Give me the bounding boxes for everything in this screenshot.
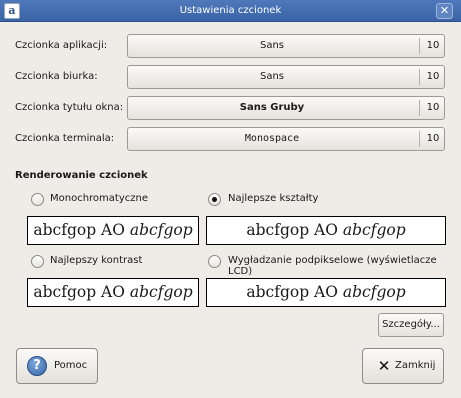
- best-shapes-radio[interactable]: [208, 193, 221, 206]
- terminal-font-button[interactable]: Monospace 10: [127, 127, 445, 151]
- best-contrast-sample[interactable]: abcfgop AO abcfgop: [27, 278, 199, 307]
- monochrome-label[interactable]: Monochromatyczne: [50, 193, 148, 204]
- best-shapes-label[interactable]: Najlepsze kształty: [228, 193, 318, 204]
- sample-italic-text: abcfgop: [342, 283, 406, 301]
- sample-regular-text: abcfgop AO: [33, 221, 130, 239]
- subpixel-label[interactable]: Wygładzanie podpikselowe (wyświetlacze L…: [228, 255, 461, 277]
- sample-italic-text: abcfgop: [129, 221, 193, 239]
- window-title: Ustawienia czcionek: [179, 5, 282, 16]
- font-name: Sans: [259, 40, 285, 51]
- monochrome-sample[interactable]: abcfgop AO abcfgop: [27, 216, 199, 245]
- separator: [419, 38, 420, 54]
- font-size: 10: [426, 133, 440, 144]
- sample-regular-text: abcfgop AO: [246, 283, 343, 301]
- sample-italic-text: abcfgop: [129, 283, 193, 301]
- close-button[interactable]: ✕ Zamknij: [362, 348, 444, 384]
- font-size: 10: [426, 102, 440, 113]
- font-size: 10: [426, 40, 440, 51]
- radio-selected-dot: [212, 197, 217, 202]
- sample-regular-text: abcfgop AO: [33, 283, 130, 301]
- help-icon: ?: [27, 356, 47, 376]
- close-button-label: Zamknij: [395, 360, 436, 371]
- rendering-section-title: Renderowanie czcionek: [15, 170, 148, 181]
- window-close-button[interactable]: ✕: [436, 3, 453, 19]
- font-name: Monospace: [244, 133, 300, 144]
- window-title-font-button[interactable]: Sans Gruby 10: [127, 96, 445, 120]
- best-contrast-radio[interactable]: [31, 255, 44, 268]
- separator: [419, 100, 420, 116]
- subpixel-radio[interactable]: [208, 255, 221, 268]
- subpixel-sample[interactable]: abcfgop AO abcfgop: [206, 278, 446, 307]
- window-title-font-label: Czcionka tytułu okna:: [15, 102, 124, 113]
- terminal-font-label: Czcionka terminala:: [15, 133, 115, 144]
- font-name: Sans Gruby: [239, 102, 305, 113]
- desktop-font-label: Czcionka biurka:: [15, 71, 98, 82]
- sample-italic-text: abcfgop: [342, 221, 406, 239]
- font-size: 10: [426, 71, 440, 82]
- close-icon: ✕: [377, 357, 391, 375]
- title-bar: a Ustawienia czcionek ✕: [0, 0, 461, 22]
- best-shapes-sample[interactable]: abcfgop AO abcfgop: [206, 216, 446, 245]
- help-button-label: Pomoc: [54, 360, 88, 371]
- details-button[interactable]: Szczegóły...: [378, 313, 444, 337]
- separator: [419, 69, 420, 85]
- desktop-font-button[interactable]: Sans 10: [127, 65, 445, 89]
- best-contrast-label[interactable]: Najlepszy kontrast: [50, 255, 142, 266]
- application-font-button[interactable]: Sans 10: [127, 34, 445, 58]
- help-button[interactable]: ? Pomoc: [16, 348, 98, 384]
- application-font-label: Czcionka aplikacji:: [15, 40, 108, 51]
- monochrome-radio[interactable]: [31, 193, 44, 206]
- sample-regular-text: abcfgop AO: [246, 221, 343, 239]
- font-name: Sans: [259, 71, 285, 82]
- separator: [419, 131, 420, 147]
